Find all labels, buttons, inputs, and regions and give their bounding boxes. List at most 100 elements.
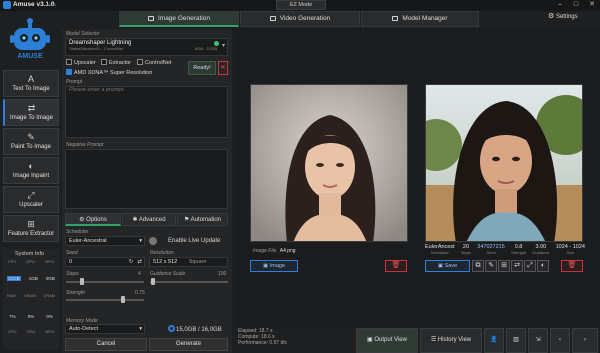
tab-video-generation[interactable]: Video Generation [240,11,360,27]
guidance-slider-handle[interactable] [151,278,155,285]
automation-icon: ⚑ [183,217,191,223]
button-label: History View [437,337,472,343]
memory-chart-icon [168,325,175,332]
memory-usage: 15,0GB / 16,0GB [168,325,222,333]
checkbox-box [101,59,107,65]
guidance-max: 100 [218,271,227,277]
delete-output-image-button[interactable]: 🗑 [561,260,583,272]
chevron-right-icon: › [584,337,586,343]
delete-input-image-button[interactable]: 🗑 [385,260,407,272]
guidance-slider[interactable] [150,281,228,283]
inpaint-icon[interactable]: ◐ [537,260,549,272]
output-image-frame[interactable] [425,84,583,242]
generate-button[interactable]: Generate [149,338,228,351]
settings-button[interactable]: ⚙ Settings [548,12,578,20]
history-view-button[interactable]: ☰ History View [420,328,482,353]
nav-feature-extractor[interactable]: ⊞ Feature Extractor [3,215,59,242]
save-button[interactable]: ▣ Save [425,260,470,272]
collapse-button[interactable]: ⇲ [528,328,548,353]
tab-automation[interactable]: ⚑ Automation [177,213,228,226]
copy-icon[interactable]: ⧉ [472,260,484,272]
model-selector-label: Model Selector [66,31,100,37]
person-icon: 👤 [490,337,498,343]
meta-size-label: Size [566,250,575,255]
label: VRAM [43,293,55,298]
prompt-label: Prompt [66,79,83,85]
generation-stats: Elapsed: 18.7 s Compute: 18.6 s Performa… [238,328,287,346]
nav-text-to-image[interactable]: A Text To Image [3,70,59,97]
meta-steps-label: Steps [460,250,472,255]
cpu-value: 7% [9,314,16,319]
cancel-button[interactable]: Cancel [65,338,147,351]
ez-mode-button[interactable]: EZ Mode [276,0,326,10]
system-info-panel: System Info FPS GPU NPU 21GB 1GB 0GB RAM… [3,249,59,349]
label: GPU [26,329,36,334]
trash-icon: 🗑 [567,262,577,269]
memory-mode-select[interactable]: Auto-Detect ▾ [65,324,145,334]
prompt-input[interactable]: Please enter a prompt. [65,86,228,138]
extractor-icon: ⊞ [27,219,35,229]
resolution-select[interactable]: 512 x 512 Square [149,257,228,267]
checkbox-label: ControlNet [145,60,172,66]
ready-button[interactable]: Ready! [188,61,216,75]
scheduler-select[interactable]: Euler-Ancestral ▾ [65,236,145,246]
tab-model-manager[interactable]: Model Manager [361,11,479,27]
live-update-label: Enable Live Update [168,238,221,244]
model-selector[interactable]: Dreamshaper Lightning StableDiffusionXL … [65,38,228,56]
nav-paint-to-image[interactable]: ✎ Paint To Image [3,128,59,155]
close-icon[interactable]: ✕ [584,0,600,10]
vram-value: 1GB [28,276,38,281]
image-to-image-icon[interactable]: ⇄ [511,260,523,272]
edit-icon[interactable]: ✎ [485,260,497,272]
nav-image-inpaint[interactable]: ◐ Image Inpaint [3,157,59,184]
robot-logo-icon: AMUSE [10,18,50,60]
negative-prompt-input[interactable] [65,149,228,209]
seed-input[interactable]: 0 ⇄ ↻ [65,257,145,267]
chevron-down-icon[interactable]: ▾ [222,42,225,49]
live-update-toggle[interactable] [149,237,157,245]
unload-model-button[interactable]: ✕ [218,61,228,75]
output-view-button[interactable]: ▣ Output View [356,328,418,353]
scroll-left-button[interactable]: ‹ [550,328,570,353]
steps-slider-handle[interactable] [80,278,84,285]
minimize-icon[interactable]: – [552,0,568,10]
tab-label: Advanced [138,217,166,223]
strength-slider-handle[interactable] [121,296,125,303]
amd-super-resolution-checkbox[interactable]: AMD XDNA™ Super Resolution [66,69,152,76]
image-icon: ▣ [262,263,270,269]
scroll-right-button[interactable]: › [572,328,598,353]
upscale-icon[interactable]: ⤢ [524,260,536,272]
tab-advanced[interactable]: ✱ Advanced [122,213,176,226]
input-image-frame[interactable] [250,84,408,242]
npu-value: 0% [46,314,53,319]
chevron-left-icon: ‹ [559,337,561,343]
upscaler-checkbox[interactable]: Upscaler [66,59,96,66]
layout-button[interactable]: ▥ [506,328,526,353]
tab-options[interactable]: ⚙ Options [65,213,121,226]
load-image-button[interactable]: ▣ Image [250,260,298,272]
strength-slider[interactable] [66,299,144,301]
resolution-mode: Square [188,259,207,265]
tab-image-generation[interactable]: Image Generation [119,11,239,27]
nav-image-to-image[interactable]: ⇄ Image To Image [3,99,59,126]
extractor-checkbox[interactable]: Extractor [101,59,131,66]
save-icon: ▣ [437,263,445,269]
model-sub: StableDiffusionXL - ControlNet [69,46,124,51]
trash-icon: 🗑 [391,262,401,269]
steps-label: Steps [66,271,79,277]
nav-upscaler[interactable]: ⤢ Upscaler [3,186,59,213]
person-view-button[interactable]: 👤 [484,328,504,353]
model-size: 6GB - 12GB [195,46,217,51]
checkbox-label: Extractor [109,60,132,66]
performance-stat: Performance: 0.97 it/s [238,340,287,346]
gpu-value: 0% [27,314,35,319]
steps-slider[interactable] [66,281,144,283]
maximize-icon[interactable]: □ [568,0,584,10]
video-icon [269,16,276,21]
negative-prompt-label: Negative Prompt [66,142,104,148]
controlnet-checkbox[interactable]: ControlNet [137,59,171,66]
image-file-value: A4.png [279,248,296,254]
model-icon [392,16,399,21]
grid-icon[interactable]: ⊞ [498,260,510,272]
text-icon: A [27,74,34,84]
